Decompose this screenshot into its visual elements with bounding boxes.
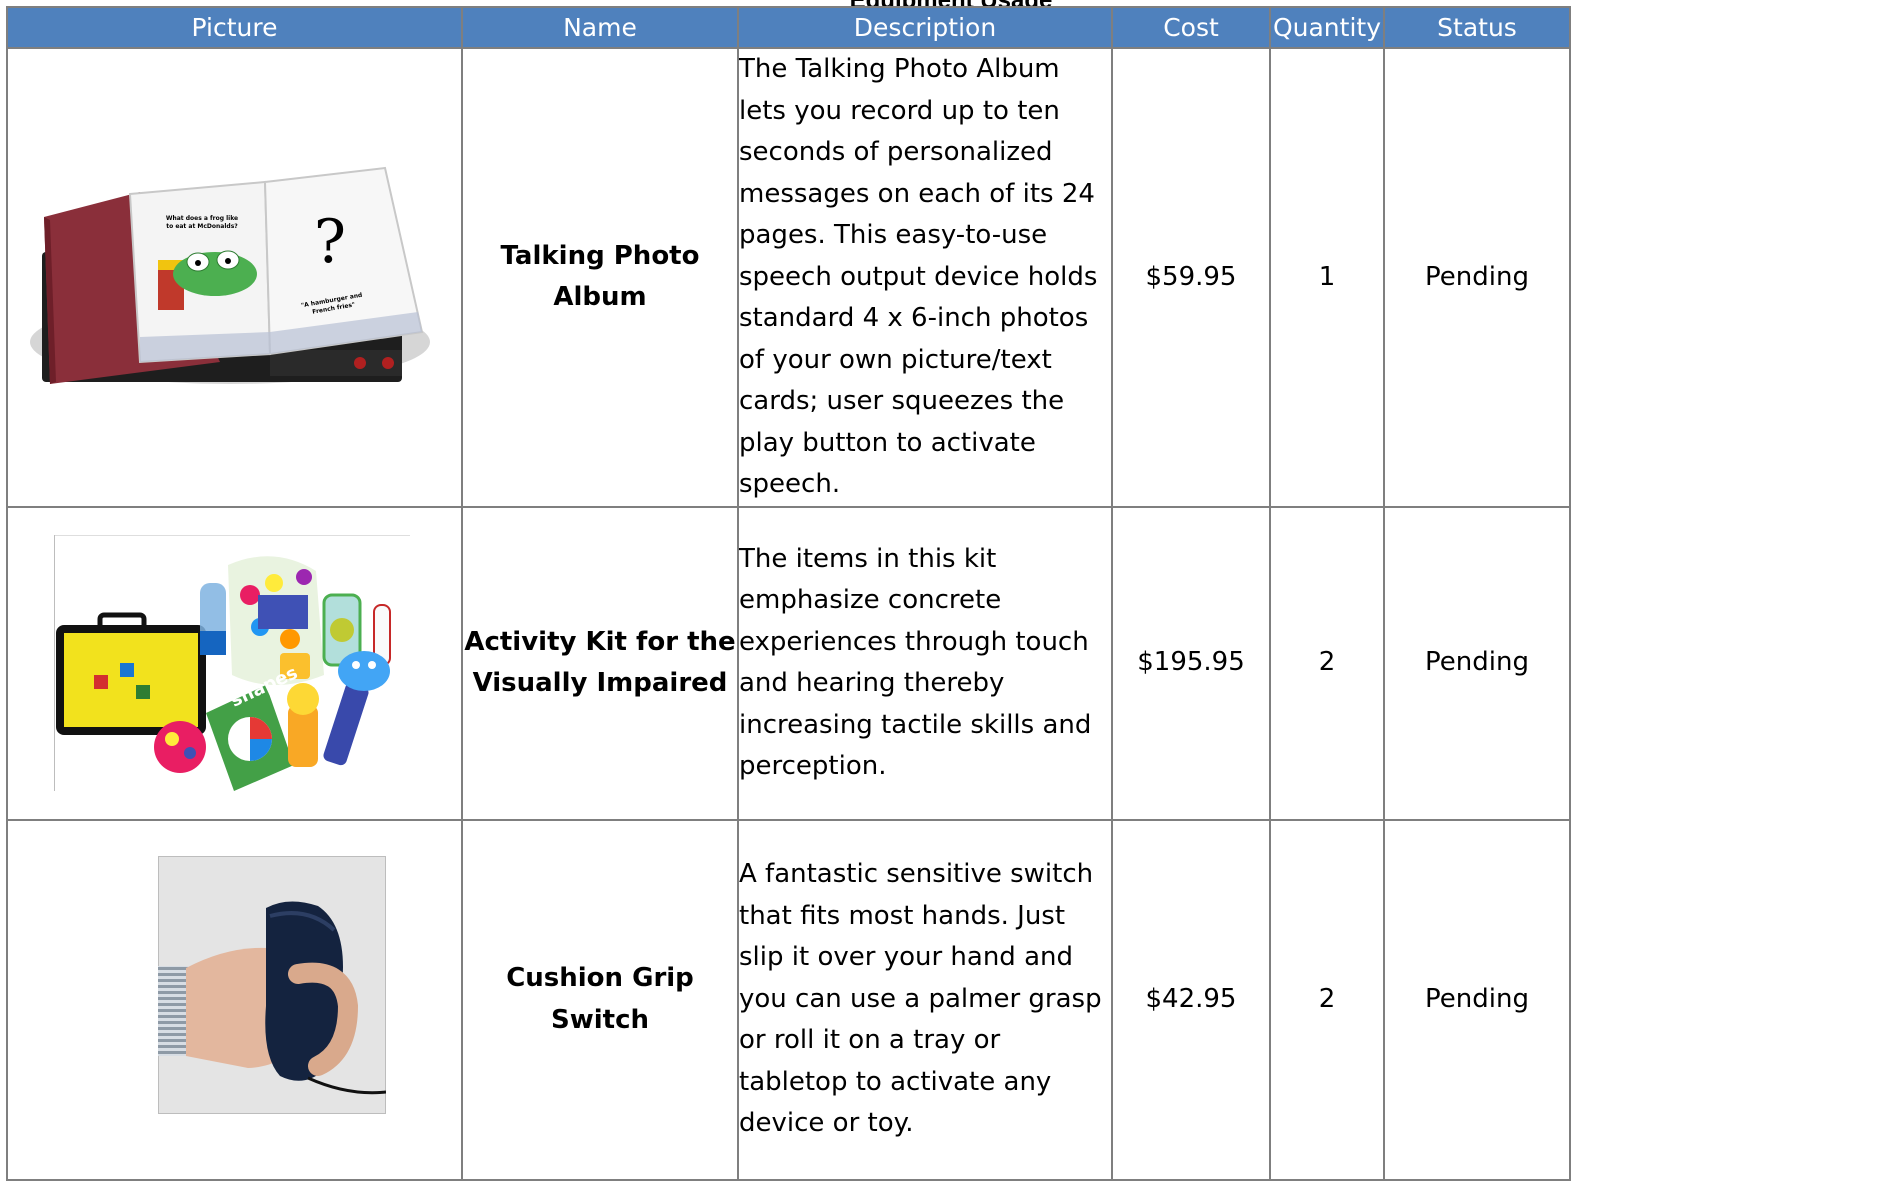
column-header-cost: Cost bbox=[1111, 6, 1271, 49]
table-row: Cushion Grip Switch A fantastic sensitiv… bbox=[6, 818, 1571, 1181]
cushion-grip-switch-image bbox=[158, 855, 386, 1114]
item-quantity: 2 bbox=[1269, 505, 1385, 821]
table-row: shapes Activity Kit for the Visually Imp… bbox=[6, 505, 1571, 821]
item-name: Activity Kit for the Visually Impaired bbox=[461, 505, 739, 821]
item-description: The Talking Photo Album lets you record … bbox=[737, 47, 1113, 508]
item-cost: $42.95 bbox=[1111, 818, 1271, 1181]
column-header-picture: Picture bbox=[6, 6, 463, 49]
item-quantity: 2 bbox=[1269, 818, 1385, 1181]
item-status: Pending bbox=[1383, 505, 1571, 821]
activity-kit-image: shapes bbox=[54, 535, 410, 791]
column-header-name: Name bbox=[461, 6, 739, 49]
column-header-quantity: Quantity bbox=[1269, 6, 1385, 49]
table-row: What does a frog like to eat at McDonald… bbox=[6, 47, 1571, 508]
picture-cell bbox=[6, 818, 463, 1181]
column-header-description: Description bbox=[737, 6, 1113, 49]
item-cost: $59.95 bbox=[1111, 47, 1271, 508]
item-cost: $195.95 bbox=[1111, 505, 1271, 821]
picture-cell: What does a frog like to eat at McDonald… bbox=[6, 47, 463, 508]
spreadsheet-page: Equipment Usage Picture Name Description… bbox=[0, 0, 1902, 1199]
album-caption-question-2: to eat at McDonalds? bbox=[166, 223, 238, 230]
equipment-table: Picture Name Description Cost Quantity S… bbox=[6, 6, 1571, 1181]
item-name: Talking Photo Album bbox=[461, 47, 739, 508]
column-header-status: Status bbox=[1383, 6, 1571, 49]
item-quantity: 1 bbox=[1269, 47, 1385, 508]
table-header-row: Picture Name Description Cost Quantity S… bbox=[6, 6, 1571, 49]
album-caption-question-1: What does a frog like bbox=[165, 215, 237, 222]
picture-cell: shapes bbox=[6, 505, 463, 821]
album-question-mark: ? bbox=[313, 207, 345, 277]
item-status: Pending bbox=[1383, 47, 1571, 508]
talking-photo-album-image: What does a frog like to eat at McDonald… bbox=[29, 162, 440, 392]
item-description: The items in this kit emphasize concrete… bbox=[737, 505, 1113, 821]
item-name: Cushion Grip Switch bbox=[461, 818, 739, 1181]
item-status: Pending bbox=[1383, 818, 1571, 1181]
item-description: A fantastic sensitive switch that fits m… bbox=[737, 818, 1113, 1181]
